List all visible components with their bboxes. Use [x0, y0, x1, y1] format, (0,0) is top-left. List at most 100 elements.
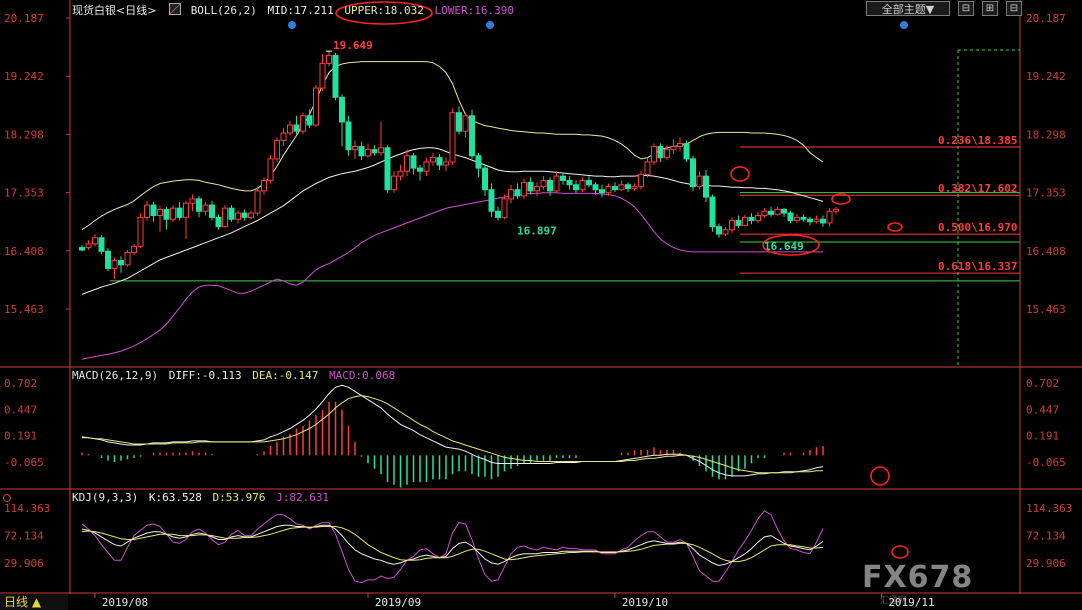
window-minimize-button[interactable]: ⊟ — [958, 1, 974, 16]
candle-up — [644, 161, 651, 175]
boll-name: BOLL(26,2) — [190, 4, 257, 17]
main-candlestick-chart: 0.236\18.385 0.382\17.602 0.500\16.970 0.61… — [79, 1, 1020, 559]
candle-down — [306, 115, 313, 126]
candle-up — [274, 139, 280, 160]
candle-up — [397, 170, 404, 177]
candle-up — [248, 212, 254, 218]
window-maximize-button[interactable]: ⊞ — [982, 1, 998, 16]
candle-down — [98, 237, 105, 252]
candle-down — [657, 146, 664, 159]
candle-up — [553, 175, 560, 192]
candle-down — [566, 179, 573, 186]
highlight-ellipse — [887, 222, 903, 232]
candle-down — [735, 219, 742, 226]
macd-tick-right: 0.702 — [1026, 377, 1059, 390]
macd-tick-left: 0.447 — [4, 403, 37, 416]
candle-down — [768, 210, 774, 215]
price-tick-left: 19.242 — [4, 70, 44, 83]
candle-down — [241, 212, 248, 218]
candle-up — [280, 132, 287, 141]
price-tick-left: 17.353 — [4, 187, 44, 200]
candle-down — [345, 121, 352, 151]
candle-up — [111, 260, 118, 270]
candle-down — [586, 179, 592, 186]
candle-up — [326, 54, 332, 64]
macd-tick-left: 0.191 — [4, 430, 37, 443]
candle-down — [592, 184, 599, 191]
date-label: 2019/09 — [375, 596, 421, 609]
chart-canvas[interactable]: 0.236\18.385 0.382\17.602 0.500\16.970 0.61… — [0, 0, 1082, 610]
candle-up — [92, 237, 98, 245]
candle-up — [462, 115, 469, 132]
candle-up — [85, 243, 92, 249]
candle-up — [638, 173, 644, 188]
kdj-header: KDJ(9,3,3) K:63.528 D:53.976 J:82.631 — [72, 491, 329, 504]
window-restore-button[interactable]: ⊟ — [1006, 1, 1022, 16]
macd-tick-right: 0.191 — [1026, 430, 1059, 443]
candle-up — [618, 184, 625, 191]
candle-up — [540, 179, 547, 188]
kdj-settings-icon[interactable] — [3, 494, 11, 502]
candle-down — [176, 207, 183, 218]
candle-up — [677, 142, 683, 148]
candle-down — [384, 147, 391, 191]
kdj-name: KDJ(9,3,3) — [72, 491, 139, 504]
price-tick-left: 15.463 — [4, 303, 44, 316]
watermark-logo: FX678 — [862, 560, 974, 595]
event-marker-dot — [288, 21, 296, 29]
macd-tick-left: -0.065 — [4, 456, 44, 469]
candle-up — [254, 190, 261, 214]
price-tick-right: 16.408 — [1026, 245, 1066, 258]
candle-up — [131, 245, 137, 254]
highlight-ellipse — [730, 166, 750, 182]
kdj-tick-left: 29.906 — [4, 557, 44, 570]
candle-down — [371, 149, 378, 154]
date-label: 2019/10 — [622, 596, 668, 609]
candle-up — [319, 62, 326, 89]
candle-down — [800, 216, 807, 220]
candle-up — [222, 207, 228, 228]
price-tick-right: 17.353 — [1026, 187, 1066, 200]
kdj-tick-left: 114.363 — [4, 502, 50, 515]
candle-down — [748, 216, 755, 221]
macd-name: MACD(26,12,9) — [72, 369, 159, 382]
price-tick-right: 20.187 — [1026, 12, 1066, 25]
price-axes: 20.187 20.187 19.242 19.242 18.298 18.298 17.3… — [4, 12, 1072, 609]
candle-up — [534, 186, 540, 192]
candle-down — [573, 184, 579, 191]
candle-up — [742, 216, 748, 226]
candle-up — [813, 218, 820, 223]
candle-down — [436, 157, 443, 166]
candle-up — [352, 146, 358, 151]
candle-down — [417, 167, 423, 172]
symbol-label[interactable]: 现货白银<日线> — [72, 4, 156, 17]
candle-down — [560, 175, 566, 181]
candle-down — [209, 204, 215, 218]
candle-up — [761, 210, 768, 217]
theme-select-button[interactable]: 全部主题▼ — [866, 1, 950, 16]
kdj-j-line — [81, 510, 824, 584]
candle-up — [670, 146, 677, 151]
candle-up — [826, 210, 833, 224]
kdj-k-value: K:63.528 — [148, 491, 202, 504]
candle-down — [293, 124, 300, 132]
candle-down — [625, 184, 631, 189]
candle-down — [527, 181, 534, 192]
candle-up — [235, 212, 241, 220]
candle-down — [807, 218, 813, 223]
candle-up — [124, 252, 131, 266]
period-toggle-button[interactable]: 日线 ▲ — [0, 594, 68, 610]
candle-up — [365, 149, 371, 157]
boll-lower-value: LOWER:16.390 — [434, 4, 514, 17]
candle-down — [709, 196, 716, 228]
macd-tick-right: 0.447 — [1026, 403, 1059, 416]
candle-down — [690, 158, 696, 188]
candle-down — [215, 216, 222, 228]
candle-up — [261, 179, 267, 192]
candle-down — [469, 115, 475, 157]
kdj-tick-right: 72.134 — [1026, 530, 1066, 543]
macd-hist-value: MACD:0.068 — [329, 369, 396, 382]
candle-up — [404, 155, 410, 172]
candle-up — [157, 208, 163, 217]
candle-down — [514, 189, 521, 197]
